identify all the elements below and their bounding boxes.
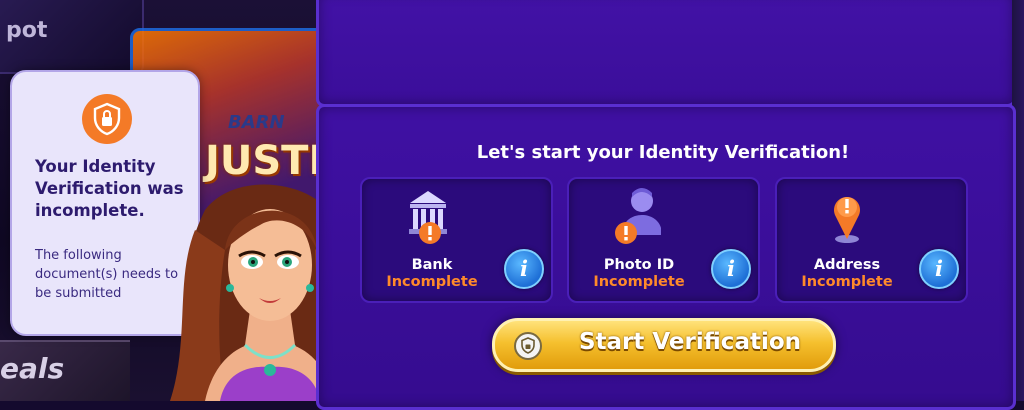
- document-name-photo-id: Photo ID: [603, 257, 675, 273]
- top-panel: [316, 0, 1016, 107]
- document-name-bank: Bank: [411, 257, 453, 273]
- document-card-bank: Bank Incomplete i: [360, 177, 553, 303]
- verification-title: Let's start your Identity Verification!: [476, 142, 850, 163]
- document-status-photo-id: Incomplete: [593, 274, 685, 290]
- document-card-address: Address Incomplete i: [775, 177, 968, 303]
- document-status-bank: Incomplete: [386, 274, 478, 290]
- bank-info-button[interactable]: i: [504, 249, 544, 289]
- document-card-photo-id: Photo ID Incomplete i: [567, 177, 760, 303]
- lock-icon: [514, 332, 542, 360]
- photo-id-info-button[interactable]: i: [711, 249, 751, 289]
- jackpot-tile-text: pot: [6, 18, 48, 43]
- shield-lock-icon: [82, 94, 132, 144]
- start-verification-button[interactable]: Start Verification: [492, 318, 836, 372]
- document-status-address: Incomplete: [801, 274, 893, 290]
- document-name-address: Address: [813, 257, 881, 273]
- location-pin-icon: [834, 197, 860, 243]
- start-verification-label: Start Verification: [578, 329, 802, 355]
- address-info-button[interactable]: i: [919, 249, 959, 289]
- deals-text: eals: [0, 352, 65, 385]
- barn-text: BARN: [228, 112, 285, 133]
- bank-icon: [409, 191, 447, 244]
- card-title: Your Identity Verification was incomplet…: [35, 157, 184, 220]
- photo-id-icon: [615, 188, 661, 244]
